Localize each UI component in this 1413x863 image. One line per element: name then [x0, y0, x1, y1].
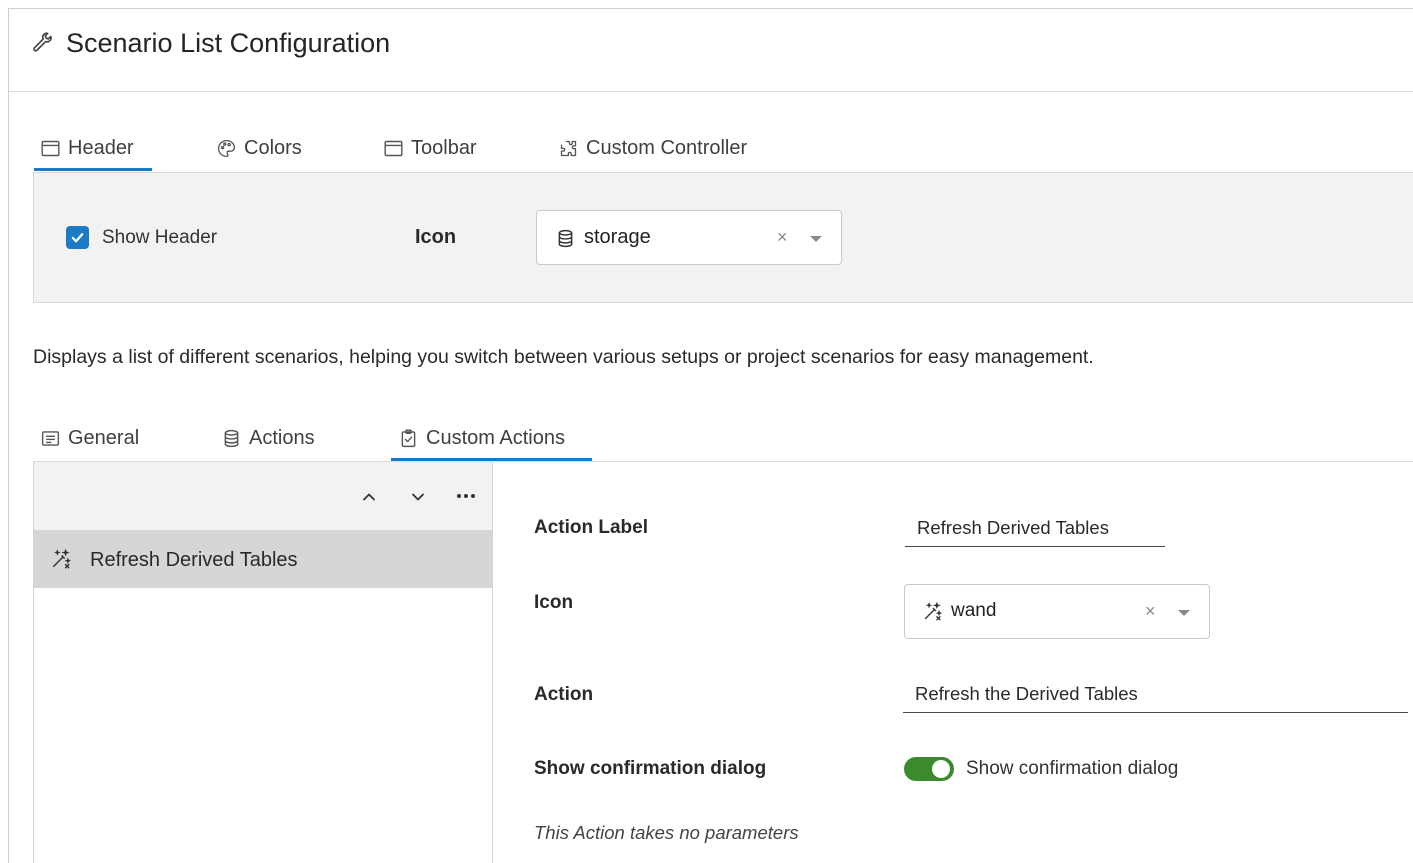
list-item[interactable]: Refresh Derived Tables — [34, 530, 492, 588]
tab-header[interactable]: Header — [40, 137, 134, 160]
clipboard-check-icon — [398, 428, 419, 449]
toggle-knob — [932, 760, 950, 778]
tab-colors[interactable]: Colors — [216, 137, 302, 160]
header-icon-label: Icon — [415, 226, 457, 248]
window-icon — [383, 138, 404, 159]
tab-toolbar-label: Toolbar — [411, 137, 477, 159]
tab-custom-controller[interactable]: Custom Controller — [558, 137, 747, 160]
check-icon — [71, 233, 84, 243]
palette-icon — [216, 138, 237, 159]
tab-actions[interactable]: Actions — [221, 427, 315, 450]
tab-toolbar[interactable]: Toolbar — [383, 137, 477, 160]
action-label-label: Action Label — [534, 517, 649, 538]
chevron-up-icon[interactable] — [358, 486, 380, 508]
tab-actions-label: Actions — [249, 427, 315, 449]
window-icon — [40, 138, 61, 159]
action-icon-select[interactable]: wand × — [904, 584, 1210, 639]
wrench-icon — [27, 30, 53, 56]
clear-icon[interactable]: × — [1145, 601, 1156, 622]
action-icon-value: wand — [951, 600, 997, 621]
chevron-down-icon[interactable] — [407, 486, 429, 508]
wand-icon — [922, 601, 943, 622]
puzzle-icon — [558, 138, 579, 159]
tab-general-label: General — [68, 427, 140, 449]
confirmation-toggle[interactable] — [904, 757, 954, 781]
action-label-value: Refresh Derived Tables — [917, 517, 1109, 538]
show-header-checkbox[interactable] — [66, 226, 89, 249]
list-toolbar — [34, 462, 492, 530]
storage-icon — [555, 228, 576, 249]
header-icon-select[interactable]: storage × — [536, 210, 842, 265]
action-label-field[interactable]: Refresh Derived Tables — [905, 511, 1165, 547]
confirmation-toggle-label: Show confirmation dialog — [966, 758, 1179, 779]
tab-header-label: Header — [68, 137, 134, 159]
list-item-label: Refresh Derived Tables — [90, 549, 298, 571]
tab-general[interactable]: General — [40, 427, 139, 450]
wand-icon — [50, 548, 72, 570]
list-icon — [40, 428, 61, 449]
chevron-down-icon[interactable] — [1178, 610, 1190, 616]
more-icon[interactable] — [455, 485, 477, 507]
page-title: Scenario List Configuration — [66, 28, 391, 58]
confirmation-label: Show confirmation dialog — [534, 758, 767, 779]
component-description: Displays a list of different scenarios, … — [33, 346, 1094, 368]
tab-custom-controller-label: Custom Controller — [586, 137, 748, 159]
show-header-label: Show Header — [102, 227, 218, 248]
storage-icon — [221, 428, 242, 449]
action-value: Refresh the Derived Tables — [915, 683, 1138, 704]
header-icon-value: storage — [584, 226, 651, 248]
tab-colors-label: Colors — [244, 137, 302, 159]
tab-custom-actions-label: Custom Actions — [426, 427, 565, 449]
no-parameters-note: This Action takes no parameters — [534, 822, 799, 843]
action-label: Action — [534, 684, 594, 705]
action-field[interactable]: Refresh the Derived Tables — [903, 677, 1408, 713]
action-icon-label: Icon — [534, 592, 574, 613]
chevron-down-icon[interactable] — [810, 236, 822, 242]
clear-icon[interactable]: × — [777, 227, 788, 248]
tab-custom-actions[interactable]: Custom Actions — [398, 427, 565, 450]
tab-header-indicator — [34, 168, 152, 171]
